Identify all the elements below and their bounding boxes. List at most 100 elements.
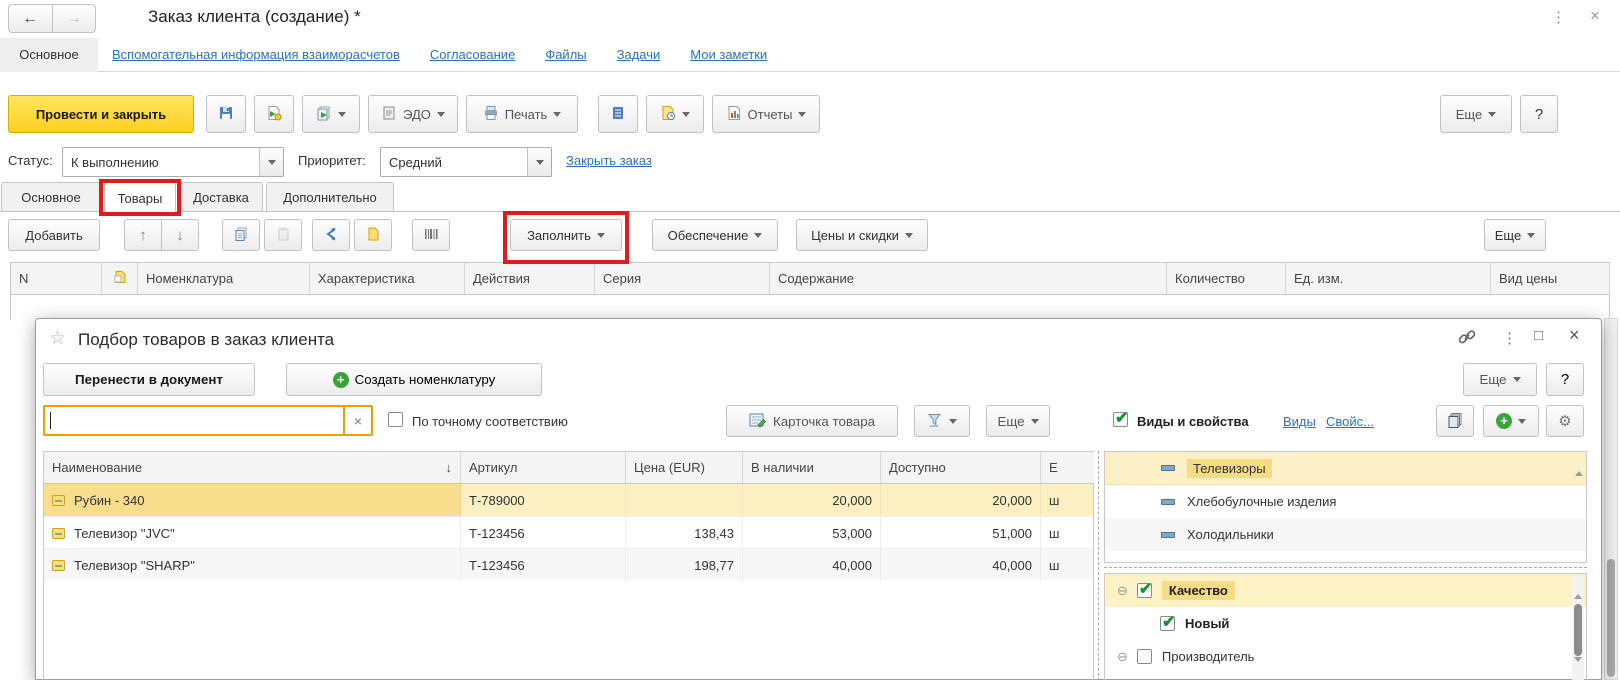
paste-button[interactable] <box>264 219 302 251</box>
close-order-link[interactable]: Закрыть заказ <box>566 153 652 168</box>
back-button[interactable]: ← <box>9 5 53 32</box>
property-row-quality[interactable]: ⊖ Качество <box>1105 574 1586 607</box>
col-nomenclature[interactable]: Номенклатура <box>138 262 310 295</box>
dialog-more-button[interactable]: Еще <box>1463 363 1537 396</box>
more-button[interactable]: Еще <box>1440 95 1512 133</box>
property-row-manufacturer[interactable]: ⊖ Производитель <box>1105 640 1586 673</box>
priority-combobox[interactable]: Средний <box>380 147 552 177</box>
grid-more-button[interactable]: Еще <box>1484 219 1546 251</box>
tree-scroll-up-icon[interactable] <box>1574 579 1582 594</box>
nav-link-zadachi[interactable]: Задачи <box>617 47 661 62</box>
quality-checkbox[interactable] <box>1137 583 1152 598</box>
settings-button[interactable]: ⚙ <box>1546 405 1584 437</box>
status-dropdown-button[interactable] <box>259 148 283 176</box>
col-attachment[interactable] <box>102 262 138 295</box>
print-button[interactable]: Печать <box>466 95 578 133</box>
col-unit[interactable]: Ед. изм. <box>1286 262 1491 295</box>
tree-scroll-thumb[interactable] <box>1574 604 1582 656</box>
kind-item[interactable]: Холодильники <box>1105 518 1586 551</box>
forward-button[interactable]: → <box>53 5 96 32</box>
post-document-dropdown-button[interactable] <box>302 95 360 133</box>
nav-link-zametki[interactable]: Мои заметки <box>690 47 767 62</box>
vertical-splitter[interactable] <box>1098 451 1099 680</box>
table-row[interactable]: Телевизор "SHARP" Т-123456 198,77 40,000… <box>44 548 1093 580</box>
col-article[interactable]: Артикул <box>461 452 626 484</box>
split-row-button[interactable] <box>312 219 350 251</box>
kinds-scroll-up-icon[interactable] <box>1575 456 1583 471</box>
help-button[interactable]: ? <box>1520 95 1558 133</box>
tree-scroll-down-icon[interactable] <box>1574 662 1582 677</box>
table-row[interactable]: Телевизор "JVC" Т-123456 138,43 53,000 5… <box>44 516 1093 548</box>
nav-link-soglasovanie[interactable]: Согласование <box>430 47 515 62</box>
kind-item[interactable]: Хлебобулочные изделия <box>1105 485 1586 518</box>
add-row-button[interactable]: Добавить <box>8 219 100 251</box>
collapse-icon[interactable]: ⊖ <box>1117 583 1128 599</box>
dialog-maximize-icon[interactable]: □ <box>1534 327 1543 344</box>
filter-button[interactable] <box>914 405 970 437</box>
tab-osnovnoe[interactable]: Основное <box>1 182 101 212</box>
new-checkbox[interactable] <box>1160 616 1175 631</box>
col-characteristic[interactable]: Характеристика <box>310 262 465 295</box>
manufacturer-checkbox[interactable] <box>1137 649 1152 664</box>
create-nomenclature-button[interactable]: + Создать номенклатуру <box>286 363 542 396</box>
col-stock[interactable]: В наличии <box>743 452 881 484</box>
copy-button[interactable] <box>222 219 260 251</box>
compare-pages-button[interactable] <box>1436 405 1474 437</box>
edo-button[interactable]: ЭДО <box>368 95 458 133</box>
col-actions[interactable]: Действия <box>465 262 595 295</box>
nav-link-faily[interactable]: Файлы <box>545 47 586 62</box>
horizontal-splitter[interactable] <box>1104 567 1587 568</box>
prices-discounts-button[interactable]: Цены и скидки <box>796 219 928 251</box>
attachments-button[interactable] <box>354 219 392 251</box>
nav-tab-osnovnoe[interactable]: Основное <box>0 38 98 72</box>
dialog-menu-icon[interactable]: ⋮ <box>1502 329 1517 347</box>
window-scrollbar[interactable] <box>1604 318 1618 680</box>
reports-button[interactable]: Отчеты <box>712 95 820 133</box>
window-scroll-thumb[interactable] <box>1607 559 1615 677</box>
kinds-link[interactable]: Виды <box>1283 414 1316 429</box>
dialog-help-button[interactable]: ? <box>1546 363 1584 396</box>
tab-dostavka[interactable]: Доставка <box>179 182 263 212</box>
properties-link[interactable]: Свойс... <box>1326 414 1374 429</box>
dialog-close-icon[interactable]: × <box>1569 325 1580 346</box>
col-price[interactable]: Цена (EUR) <box>626 452 743 484</box>
tab-tovary[interactable]: Товары <box>104 182 176 213</box>
priority-dropdown-button[interactable] <box>527 148 551 176</box>
nav-link-vspomogatelnaya[interactable]: Вспомогательная информация взаиморасчето… <box>112 47 400 62</box>
favorite-star-icon[interactable]: ☆ <box>49 327 66 350</box>
kinds-filter-checkbox[interactable] <box>1113 412 1128 427</box>
property-row-new[interactable]: Новый <box>1105 607 1586 640</box>
col-available[interactable]: Доступно <box>881 452 1041 484</box>
move-down-button[interactable]: ↓ <box>161 219 199 251</box>
product-card-button[interactable]: Карточка товара <box>726 405 898 437</box>
search-input[interactable]: × <box>43 405 373 436</box>
schedule-document-dropdown-button[interactable] <box>646 95 704 133</box>
get-link-icon[interactable] <box>1457 328 1477 349</box>
exact-match-checkbox[interactable] <box>388 412 403 427</box>
fill-button[interactable]: Заполнить <box>510 219 622 251</box>
clear-search-icon[interactable]: × <box>343 407 371 434</box>
collapse-icon[interactable]: ⊖ <box>1117 649 1128 665</box>
col-n[interactable]: N <box>10 262 102 295</box>
post-document-button[interactable] <box>254 95 294 133</box>
add-kind-button[interactable]: + <box>1483 405 1539 437</box>
window-menu-icon[interactable]: ⋮ <box>1551 8 1566 26</box>
col-unit-cut[interactable]: Е <box>1041 452 1094 484</box>
window-close-icon[interactable]: × <box>1590 6 1600 26</box>
kind-item-selected[interactable]: Телевизоры <box>1105 452 1586 485</box>
supply-button[interactable]: Обеспечение <box>652 219 778 251</box>
tree-scrollbar[interactable] <box>1572 576 1584 680</box>
barcode-scan-button[interactable] <box>412 219 450 251</box>
col-quantity[interactable]: Количество <box>1167 262 1286 295</box>
save-button[interactable] <box>206 95 246 133</box>
post-and-close-button[interactable]: Провести и закрыть <box>8 95 194 133</box>
col-price-kind[interactable]: Вид цены <box>1491 262 1610 295</box>
status-combobox[interactable]: К выполнению <box>62 147 284 177</box>
col-series[interactable]: Серия <box>595 262 770 295</box>
move-up-button[interactable]: ↑ <box>124 219 162 251</box>
col-name[interactable]: Наименование ↓ <box>44 452 461 484</box>
register-records-button[interactable] <box>598 95 638 133</box>
col-content[interactable]: Содержание <box>770 262 1167 295</box>
table-row[interactable]: Рубин - 340 Т-789000 20,000 20,000 ш <box>44 484 1093 516</box>
transfer-to-document-button[interactable]: Перенести в документ <box>43 363 255 396</box>
